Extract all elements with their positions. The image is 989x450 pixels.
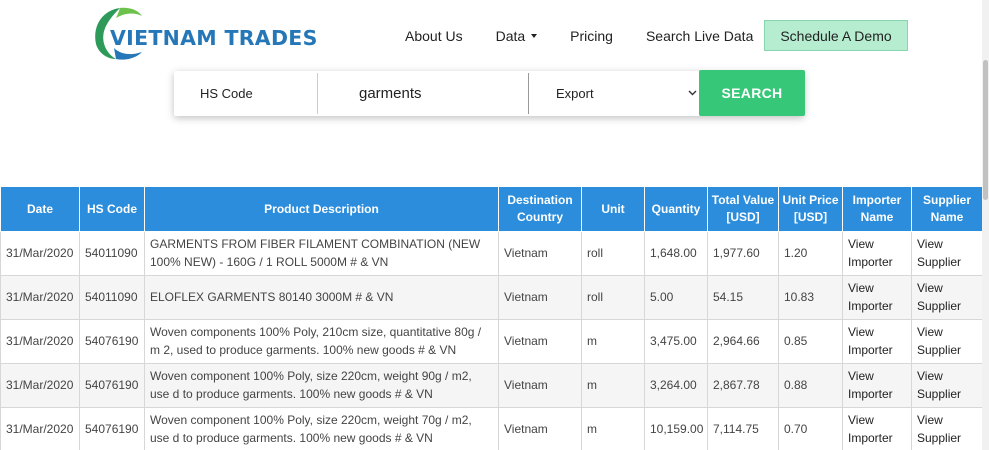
cell-unit-price: 1.20 [778, 231, 843, 276]
view-importer-link[interactable]: View Importer [842, 231, 912, 276]
col-product-description[interactable]: Product Description [144, 186, 499, 232]
cell-unit-price: 0.85 [778, 319, 843, 364]
view-supplier-link[interactable]: View Supplier [911, 275, 983, 320]
cell-unit-price: 0.88 [778, 363, 843, 408]
cell-hs-code: 54076190 [79, 363, 145, 408]
nav-about-us[interactable]: About Us [405, 28, 463, 44]
cell-total-value: 2,964.66 [707, 319, 779, 364]
table-row: 31/Mar/2020 54011090 ELOFLEX GARMENTS 80… [0, 275, 983, 320]
cell-hs-code: 54076190 [79, 407, 145, 450]
nav-search-live-data-label: Search Live Data [645, 27, 754, 44]
table-row: 31/Mar/2020 54011090 GARMENTS FROM FIBER… [0, 231, 983, 276]
cell-unit: m [581, 407, 645, 450]
table-header-row: Date HS Code Product Description Destina… [0, 186, 983, 232]
table-row: 31/Mar/2020 54076190 Woven component 100… [0, 407, 983, 450]
cell-total-value: 1,977.60 [707, 231, 779, 276]
cell-total-value: 7,114.75 [707, 407, 779, 450]
cell-quantity: 10,159.00 [644, 407, 708, 450]
cell-date: 31/Mar/2020 [0, 319, 80, 364]
cell-quantity: 5.00 [644, 275, 708, 320]
results-table: Date HS Code Product Description Destina… [0, 186, 983, 450]
view-supplier-link[interactable]: View Supplier [911, 319, 983, 364]
table-row: 31/Mar/2020 54076190 Woven component 100… [0, 363, 983, 408]
col-unit[interactable]: Unit [581, 186, 645, 232]
cell-unit-price: 10.83 [778, 275, 843, 320]
cell-unit: m [581, 363, 645, 408]
logo-text: VIETNAM TRADES [110, 26, 318, 50]
cell-date: 31/Mar/2020 [0, 275, 80, 320]
cell-quantity: 3,475.00 [644, 319, 708, 364]
cell-quantity: 3,264.00 [644, 363, 708, 408]
nav-search-live-data[interactable]: Search Live Data [646, 28, 753, 44]
search-input[interactable]: garments [319, 73, 529, 114]
cell-unit: roll [581, 275, 645, 320]
cell-date: 31/Mar/2020 [0, 231, 80, 276]
cell-country: Vietnam [498, 231, 582, 276]
col-unit-price[interactable]: Unit Price [USD] [778, 186, 843, 232]
cell-date: 31/Mar/2020 [0, 407, 80, 450]
cell-description: Woven component 100% Poly, size 220cm, w… [144, 363, 499, 408]
cell-date: 31/Mar/2020 [0, 363, 80, 408]
search-bar: HS Code garments Export SEARCH [174, 70, 805, 116]
col-total-value[interactable]: Total Value [USD] [707, 186, 779, 232]
site-header: VIETNAM TRADES About Us Data Pricing Sea… [0, 0, 989, 70]
nav-pricing[interactable]: Pricing [570, 28, 613, 44]
cell-unit: m [581, 319, 645, 364]
nav-about-us-label: About Us [405, 27, 463, 44]
cell-hs-code: 54011090 [79, 231, 145, 276]
schedule-demo-button[interactable]: Schedule A Demo [764, 20, 908, 51]
cell-country: Vietnam [498, 407, 582, 450]
cell-country: Vietnam [498, 275, 582, 320]
view-importer-link[interactable]: View Importer [842, 363, 912, 408]
cell-quantity: 1,648.00 [644, 231, 708, 276]
cell-unit: roll [581, 231, 645, 276]
cell-description: ELOFLEX GARMENTS 80140 3000M # & VN [144, 275, 499, 320]
cell-unit-price: 0.70 [778, 407, 843, 450]
cell-description: Woven component 100% Poly, size 220cm, w… [144, 407, 499, 450]
col-hs-code[interactable]: HS Code [79, 186, 145, 232]
trade-direction-select[interactable]: Export [530, 71, 700, 116]
page-scrollbar[interactable] [982, 0, 989, 450]
scrollbar-thumb[interactable] [983, 60, 988, 200]
nav-data-dropdown[interactable]: Data [496, 28, 538, 44]
col-supplier-name[interactable]: Supplier Name [911, 186, 983, 232]
main-nav: About Us Data Pricing Search Live Data [390, 20, 786, 51]
cell-description: Woven components 100% Poly, 210cm size, … [144, 319, 499, 364]
cell-hs-code: 54076190 [79, 319, 145, 364]
cell-total-value: 54.15 [707, 275, 779, 320]
cell-description: GARMENTS FROM FIBER FILAMENT COMBINATION… [144, 231, 499, 276]
cell-hs-code: 54011090 [79, 275, 145, 320]
nav-data-label: Data [495, 27, 526, 44]
cell-country: Vietnam [498, 363, 582, 408]
view-supplier-link[interactable]: View Supplier [911, 407, 983, 450]
col-date[interactable]: Date [0, 186, 80, 232]
col-destination-country[interactable]: Destination Country [498, 186, 582, 232]
caret-down-icon [531, 33, 538, 38]
cell-country: Vietnam [498, 319, 582, 364]
view-importer-link[interactable]: View Importer [842, 407, 912, 450]
view-importer-link[interactable]: View Importer [842, 319, 912, 364]
cell-total-value: 2,867.78 [707, 363, 779, 408]
view-importer-link[interactable]: View Importer [842, 275, 912, 320]
view-supplier-link[interactable]: View Supplier [911, 363, 983, 408]
chevron-down-icon [688, 90, 697, 96]
col-importer-name[interactable]: Importer Name [842, 186, 912, 232]
view-supplier-link[interactable]: View Supplier [911, 231, 983, 276]
col-quantity[interactable]: Quantity [644, 186, 708, 232]
table-row: 31/Mar/2020 54076190 Woven components 10… [0, 319, 983, 364]
nav-pricing-label: Pricing [570, 27, 613, 44]
code-type-selector[interactable]: HS Code [174, 73, 318, 114]
vietnam-trades-logo[interactable]: VIETNAM TRADES [90, 4, 317, 62]
search-button[interactable]: SEARCH [699, 70, 805, 116]
